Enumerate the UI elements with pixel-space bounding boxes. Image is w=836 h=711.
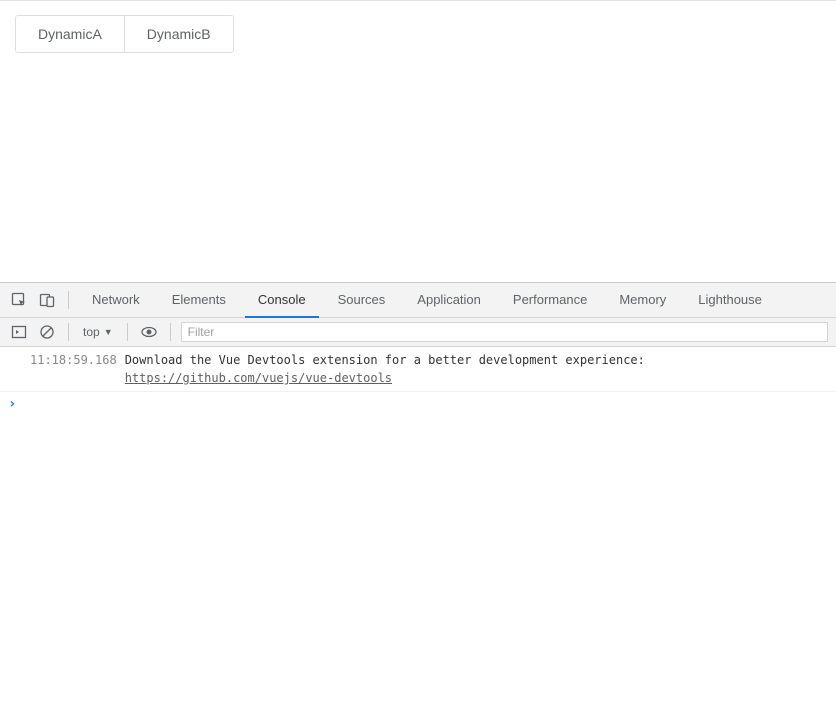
tab-elements[interactable]: Elements: [159, 283, 239, 318]
devtools-tabbar: Network Elements Console Sources Applica…: [0, 283, 836, 318]
console-toolbar: top ▼: [0, 318, 836, 347]
device-toggle-icon[interactable]: [36, 289, 58, 311]
page-content: DynamicA DynamicB: [0, 0, 836, 282]
log-timestamp: 11:18:59.168: [6, 351, 117, 387]
dynamic-tabs: DynamicA DynamicB: [15, 15, 234, 53]
inspect-icon[interactable]: [8, 289, 30, 311]
console-prompt[interactable]: ›: [0, 392, 836, 416]
separator: [170, 323, 171, 341]
log-message: Download the Vue Devtools extension for …: [125, 351, 652, 387]
tab-console[interactable]: Console: [245, 283, 319, 318]
tab-lighthouse[interactable]: Lighthouse: [685, 283, 775, 318]
live-expression-icon[interactable]: [138, 321, 160, 343]
chevron-down-icon: ▼: [104, 327, 113, 337]
log-link[interactable]: https://github.com/vuejs/vue-devtools: [125, 371, 392, 385]
tab-application[interactable]: Application: [404, 283, 494, 318]
log-text: Download the Vue Devtools extension for …: [125, 353, 652, 367]
separator: [68, 323, 69, 341]
tab-performance[interactable]: Performance: [500, 283, 600, 318]
devtools-panel: Network Elements Console Sources Applica…: [0, 282, 836, 416]
console-sidebar-toggle-icon[interactable]: [8, 321, 30, 343]
console-filter-input[interactable]: [181, 322, 828, 342]
separator: [68, 291, 69, 309]
tab-network[interactable]: Network: [79, 283, 153, 318]
clear-console-icon[interactable]: [36, 321, 58, 343]
dynamic-tab-b[interactable]: DynamicB: [125, 16, 233, 52]
console-log-entry: 11:18:59.168 Download the Vue Devtools e…: [0, 347, 836, 392]
console-output: 11:18:59.168 Download the Vue Devtools e…: [0, 347, 836, 416]
dynamic-tab-a[interactable]: DynamicA: [16, 16, 125, 52]
execution-context-selector[interactable]: top ▼: [79, 325, 117, 339]
tab-sources[interactable]: Sources: [325, 283, 399, 318]
separator: [127, 323, 128, 341]
tab-memory[interactable]: Memory: [606, 283, 679, 318]
context-label: top: [83, 325, 100, 339]
